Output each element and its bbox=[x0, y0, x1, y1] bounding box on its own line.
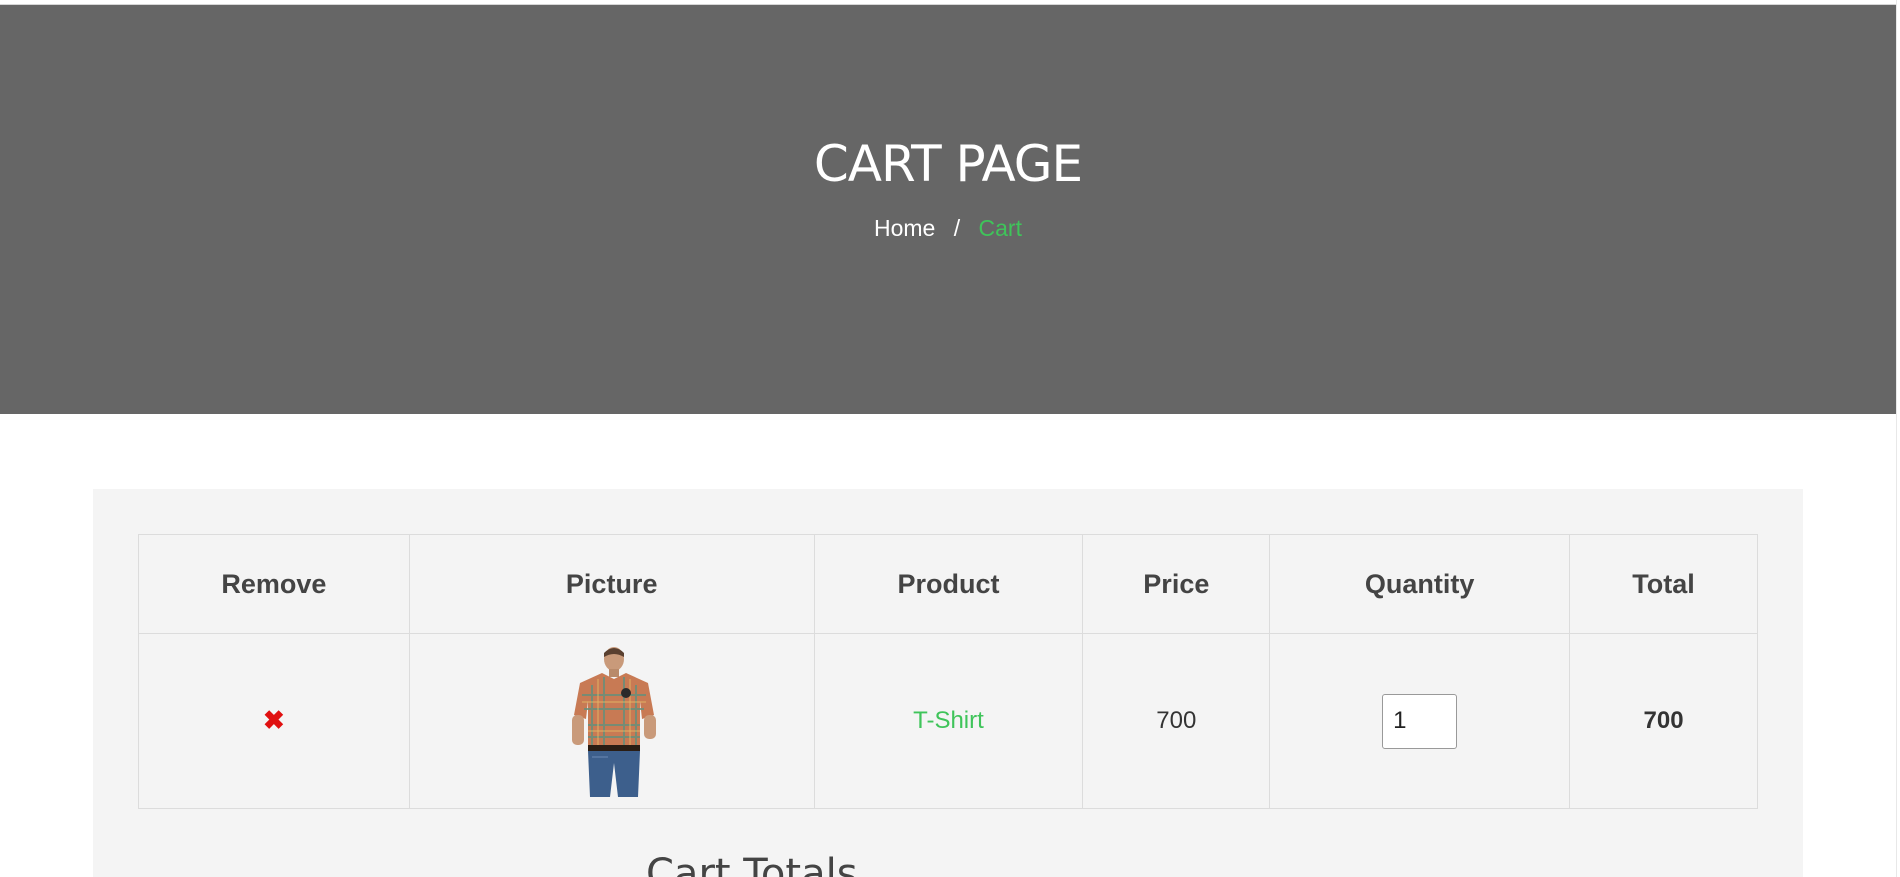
breadcrumb: Home / Cart bbox=[0, 215, 1896, 242]
header-price: Price bbox=[1082, 534, 1271, 634]
cart-section: Remove Picture Product Price Quantity To… bbox=[93, 489, 1803, 877]
price-cell: 700 bbox=[1082, 633, 1271, 809]
header-total: Total bbox=[1569, 534, 1758, 634]
page-banner: CART PAGE Home / Cart bbox=[0, 5, 1896, 414]
breadcrumb-separator: / bbox=[953, 215, 961, 241]
cart-totals-heading: Cart Totals bbox=[646, 851, 858, 877]
picture-cell bbox=[408, 633, 815, 809]
cart-page: CART PAGE Home / Cart Remove Picture Pro… bbox=[0, 0, 1900, 877]
header-picture: Picture bbox=[408, 534, 815, 634]
table-row: ✖ T-Shirt 700 1 700 bbox=[138, 633, 1758, 809]
product-link[interactable]: T-Shirt bbox=[913, 707, 984, 734]
table-header-row: Remove Picture Product Price Quantity To… bbox=[138, 534, 1758, 634]
scrollbar[interactable] bbox=[1896, 0, 1900, 877]
product-cell: T-Shirt bbox=[813, 633, 1084, 809]
quantity-input[interactable] bbox=[1382, 693, 1458, 749]
remove-icon[interactable]: ✖ bbox=[263, 707, 285, 733]
breadcrumb-home-link[interactable]: Home bbox=[874, 215, 935, 241]
header-product: Product bbox=[813, 534, 1084, 634]
header-remove: Remove bbox=[138, 534, 410, 634]
page-title: CART PAGE bbox=[813, 135, 1083, 193]
quantity-cell bbox=[1269, 633, 1571, 809]
cart-table: Remove Picture Product Price Quantity To… bbox=[138, 534, 1758, 809]
total-cell: 700 bbox=[1569, 633, 1758, 809]
breadcrumb-current: Cart bbox=[978, 215, 1022, 241]
product-image[interactable] bbox=[562, 645, 662, 797]
header-quantity: Quantity bbox=[1269, 534, 1571, 634]
remove-cell: ✖ bbox=[138, 633, 410, 809]
